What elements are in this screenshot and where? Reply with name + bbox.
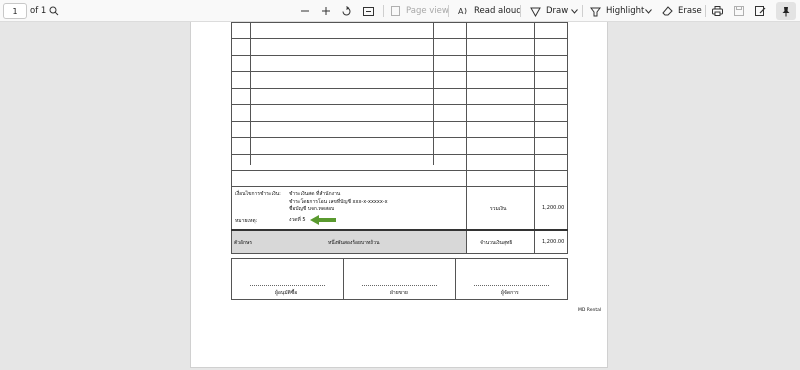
page-count-label: of 1 — [30, 6, 47, 16]
table-row — [231, 22, 568, 23]
signature-label-approver: ผู้อนุมัติซื้อ — [275, 290, 298, 296]
signature-label-manager: ผู้จัดการ — [501, 290, 519, 296]
payment-line-1: ชำระเงินสด ที่สำนักงาน — [289, 191, 341, 197]
table-row — [231, 154, 568, 155]
table-row — [231, 38, 568, 39]
save-as-icon[interactable] — [755, 0, 766, 22]
net-total-value: 1,200.00 — [542, 239, 565, 245]
signature-table-border — [231, 258, 568, 259]
print-icon[interactable] — [712, 0, 723, 22]
remark-value: งวดที่ 5 — [289, 217, 306, 223]
table-column-divider — [534, 231, 535, 254]
eraser-icon — [662, 0, 673, 22]
signature-column-divider — [455, 258, 456, 300]
pin-icon — [782, 6, 790, 16]
separator — [448, 5, 449, 17]
signature-label-sales: ฝ่ายขาย — [390, 290, 408, 296]
page-number-input[interactable]: 1 — [3, 3, 27, 19]
draw-button[interactable]: Draw — [546, 0, 568, 22]
table-column-divider — [534, 186, 535, 229]
table-row — [231, 137, 568, 138]
separator — [705, 5, 706, 17]
save-icon[interactable] — [734, 0, 744, 22]
table-row — [231, 170, 568, 171]
document-page: เงื่อนไขการชำระเงิน: ชำระเงินสด ที่สำนัก… — [190, 22, 608, 368]
payment-line-3: ชื่อบัญชี บจก.ทดสอบ — [289, 206, 335, 212]
chevron-down-icon[interactable] — [645, 0, 652, 22]
signature-table-border — [231, 299, 568, 300]
signature-table-border — [567, 258, 568, 300]
chevron-down-icon[interactable] — [571, 0, 578, 22]
table-border — [231, 186, 232, 229]
table-row — [231, 71, 568, 72]
arrow-annotation-icon — [310, 215, 336, 225]
table-row — [231, 253, 568, 254]
table-row — [231, 186, 568, 187]
search-icon[interactable] — [49, 0, 59, 22]
remark-label: หมายเหตุ: — [235, 218, 258, 224]
pdf-toolbar: 1 of 1 Page view A Read aloud Draw Highl… — [0, 0, 800, 22]
draw-icon — [530, 0, 541, 22]
amount-words-label: ตัวอักษร — [234, 240, 253, 246]
table-column-divider — [466, 186, 467, 229]
fit-page-icon[interactable] — [363, 0, 374, 22]
table-border — [567, 231, 568, 254]
total-value: 1,200.00 — [542, 205, 565, 211]
table-border — [567, 186, 568, 229]
svg-text:A: A — [458, 7, 464, 16]
table-row — [231, 121, 568, 122]
net-total-label: จำนวนเงินสุทธิ — [480, 240, 513, 246]
payment-condition-label: เงื่อนไขการชำระเงิน: — [235, 191, 281, 197]
table-border — [231, 231, 232, 254]
amount-words: หนึ่งพันสองร้อยบาทถ้วน — [328, 240, 380, 246]
separator — [383, 5, 384, 17]
page-view-button[interactable]: Page view — [406, 0, 449, 22]
signature-line — [362, 285, 437, 286]
signature-line — [474, 285, 549, 286]
highlight-icon — [590, 0, 601, 22]
pin-toolbar-button[interactable] — [776, 2, 796, 20]
table-row — [231, 88, 568, 89]
zoom-out-icon[interactable] — [300, 0, 310, 22]
signature-column-divider — [343, 258, 344, 300]
separator — [520, 5, 521, 17]
separator — [582, 5, 583, 17]
rotate-icon[interactable] — [341, 0, 352, 22]
read-aloud-icon: A — [458, 0, 469, 22]
zoom-in-icon[interactable] — [321, 0, 331, 22]
read-aloud-button[interactable]: Read aloud — [474, 0, 522, 22]
page-view-icon — [391, 0, 400, 22]
signature-table-border — [231, 258, 232, 300]
table-column-divider — [433, 22, 434, 165]
footer-note: MD Rental — [578, 308, 602, 313]
table-row — [231, 55, 568, 56]
signature-line — [250, 285, 325, 286]
total-label: รวมเงิน — [490, 206, 507, 212]
erase-button[interactable]: Erase — [678, 0, 702, 22]
table-column-divider — [250, 22, 251, 165]
highlight-button[interactable]: Highlight — [606, 0, 644, 22]
table-column-divider — [466, 231, 467, 254]
table-row — [231, 104, 568, 105]
